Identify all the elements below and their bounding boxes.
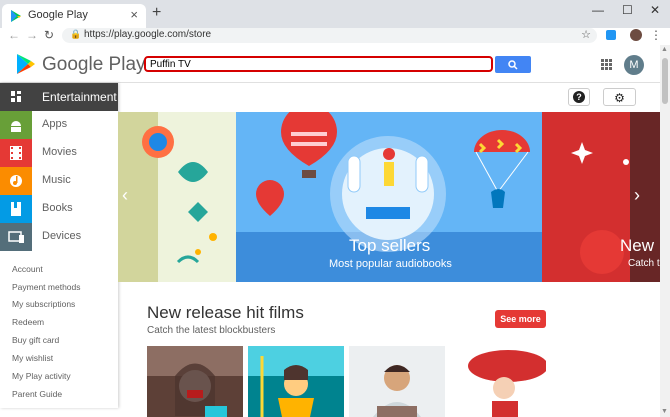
music-note-icon (0, 167, 32, 195)
gear-icon: ⚙ (614, 91, 625, 105)
sidebar-item-label: Entertainment (42, 90, 117, 104)
close-window-icon[interactable]: ✕ (650, 3, 660, 17)
sidebar-link-payment-methods[interactable]: Payment methods (12, 282, 81, 292)
google-play-favicon-icon (11, 10, 21, 22)
carousel-previous-arrow-icon[interactable]: ‹ (122, 185, 140, 207)
url-text: https://play.google.com/store (84, 29, 212, 40)
sidebar-link-buy-gift-card[interactable]: Buy gift card (12, 335, 59, 345)
settings-button[interactable]: ⚙ (603, 88, 636, 106)
lock-icon: 🔒 (70, 29, 82, 39)
account-avatar[interactable]: M (624, 55, 644, 75)
audiobooks-illustration (236, 112, 542, 282)
movie-poster[interactable] (349, 346, 445, 417)
scroll-up-arrow-icon[interactable]: ▲ (661, 46, 668, 53)
sidebar-item-books[interactable]: Books (0, 195, 118, 223)
search-button[interactable] (495, 56, 531, 73)
android-icon (0, 111, 32, 139)
google-play-logo-icon[interactable] (16, 53, 36, 75)
apps-grid-icon[interactable] (601, 59, 612, 70)
browser-tab[interactable]: Google Play × (2, 4, 146, 28)
help-button[interactable]: ? (568, 88, 590, 106)
maximize-icon[interactable]: ☐ (622, 3, 633, 17)
sidebar-item-devices[interactable]: Devices (0, 223, 118, 251)
see-more-button[interactable]: See more (495, 310, 546, 328)
help-glyph: ? (576, 92, 582, 102)
banner-slide-top-sellers[interactable] (236, 112, 542, 282)
tab-close-icon[interactable]: × (130, 7, 138, 22)
scroll-down-arrow-icon[interactable]: ▼ (661, 408, 668, 415)
help-icon: ? (573, 91, 585, 103)
google-play-logo-text[interactable]: Google Play (42, 54, 146, 76)
section-title: New release hit films (147, 303, 304, 322)
sidebar: Entertainment Apps Movies Music Books De… (0, 83, 118, 408)
browser-menu-icon[interactable]: ⋮ (650, 28, 662, 42)
sidebar-item-entertainment[interactable]: Entertainment (0, 83, 118, 111)
devices-icon (0, 223, 32, 251)
next-slide-subtitle: Catch t (628, 258, 660, 269)
movie-poster-image (147, 346, 243, 417)
browser-tab-strip: Google Play × + — ☐ ✕ (0, 0, 670, 28)
sidebar-item-label: Devices (42, 230, 82, 242)
banner-subtitle: Most popular audiobooks (329, 258, 452, 270)
minimize-icon[interactable]: — (592, 3, 604, 17)
reload-icon[interactable]: ↻ (44, 28, 54, 42)
sidebar-link-redeem[interactable]: Redeem (12, 317, 44, 327)
sidebar-item-apps[interactable]: Apps (0, 111, 118, 139)
tab-title: Google Play (28, 9, 88, 21)
extension-icon[interactable] (606, 30, 616, 40)
sidebar-item-music[interactable]: Music (0, 167, 118, 195)
sidebar-link-parent-guide[interactable]: Parent Guide (12, 389, 62, 399)
movie-poster-image (450, 346, 546, 417)
movie-poster[interactable] (248, 346, 344, 417)
carousel-next-arrow-icon[interactable]: › (634, 185, 652, 207)
entertainment-icon (0, 83, 32, 111)
movie-poster-image (349, 346, 445, 417)
search-icon (508, 60, 518, 70)
banner-carousel[interactable] (118, 112, 660, 282)
bookmark-star-icon[interactable]: ☆ (581, 28, 591, 41)
banner-title: Top sellers (349, 236, 431, 255)
movie-poster[interactable] (147, 346, 243, 417)
new-tab-button[interactable]: + (152, 4, 161, 22)
sidebar-link-my-play-activity[interactable]: My Play activity (12, 371, 71, 381)
sidebar-item-label: Music (42, 174, 71, 186)
search-box[interactable] (144, 56, 493, 72)
back-arrow-icon[interactable]: ← (8, 28, 20, 42)
search-input[interactable] (150, 58, 480, 70)
sidebar-item-movies[interactable]: Movies (0, 139, 118, 167)
book-icon (0, 195, 32, 223)
sidebar-link-my-wishlist[interactable]: My wishlist (12, 353, 53, 363)
next-slide-title: New (620, 236, 655, 255)
sidebar-link-my-subscriptions[interactable]: My subscriptions (12, 299, 75, 309)
scrollbar-thumb[interactable] (662, 58, 668, 104)
sidebar-item-label: Books (42, 202, 73, 214)
sidebar-item-label: Movies (42, 146, 77, 158)
sidebar-item-label: Apps (42, 118, 68, 130)
browser-toolbar: ← → ↻ 🔒 https://play.google.com/store ☆ (0, 28, 670, 44)
address-bar[interactable]: 🔒 https://play.google.com/store ☆ (62, 28, 597, 43)
movie-poster[interactable] (450, 346, 546, 417)
film-icon (0, 139, 32, 167)
movie-poster-image (248, 346, 344, 417)
browser-profile-icon[interactable] (630, 29, 642, 41)
section-subtitle: Catch the latest blockbusters (147, 325, 276, 336)
sidebar-link-account[interactable]: Account (12, 264, 43, 274)
forward-arrow-icon[interactable]: → (26, 28, 38, 42)
